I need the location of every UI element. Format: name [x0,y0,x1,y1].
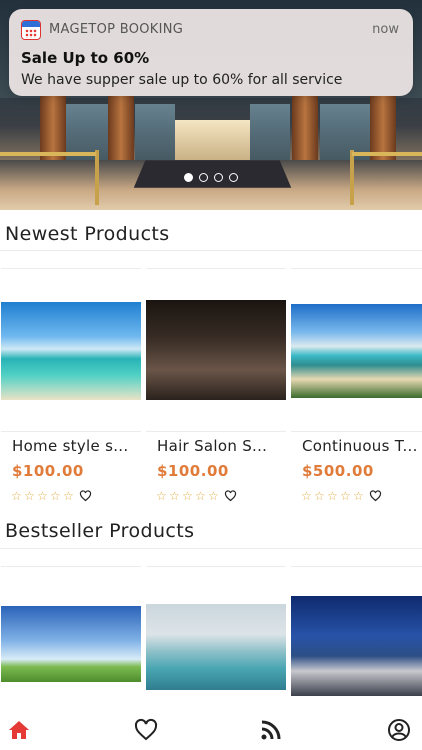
product-image[interactable] [146,300,286,400]
divider [1,431,141,432]
divider [146,566,286,567]
banner-rail [0,152,96,156]
divider [0,250,422,251]
rss-icon[interactable] [259,718,283,742]
divider [291,268,422,269]
pagination-dot[interactable] [184,173,193,182]
bottom-tab-bar [0,710,422,750]
product-rating: ☆ ☆ ☆ ☆ ☆ [156,490,237,502]
product-image[interactable] [146,604,286,690]
heart-icon[interactable] [134,718,158,742]
wishlist-heart-icon[interactable] [369,490,382,502]
star-icon: ☆ [50,489,61,503]
product-price: $500.00 [302,462,374,480]
wishlist-heart-icon[interactable] [79,490,92,502]
banner-rail [352,152,422,156]
push-notification[interactable]: MAGETOP BOOKING now Sale Up to 60% We ha… [9,9,413,96]
product-image[interactable] [1,302,141,400]
star-icon: ☆ [156,489,167,503]
star-icon: ☆ [340,489,351,503]
product-rating: ☆ ☆ ☆ ☆ ☆ [301,490,382,502]
product-image[interactable] [1,606,141,682]
product-name[interactable]: Home style s... [12,437,128,455]
star-icon: ☆ [327,489,338,503]
newest-products-title: Newest Products [5,223,170,245]
notification-time: now [372,22,399,37]
star-icon: ☆ [63,489,74,503]
pagination-dot[interactable] [214,173,223,182]
banner-door [175,120,250,160]
star-icon: ☆ [182,489,193,503]
star-icon: ☆ [37,489,48,503]
product-price: $100.00 [12,462,84,480]
notification-body: We have supper sale up to 60% for all se… [21,72,343,88]
banner-window [135,104,175,164]
divider [146,431,286,432]
divider [1,268,141,269]
pagination-dot[interactable] [229,173,238,182]
divider [146,268,286,269]
product-rating: ☆ ☆ ☆ ☆ ☆ [11,490,92,502]
pagination-dot[interactable] [199,173,208,182]
account-icon[interactable] [387,718,411,742]
notification-title: Sale Up to 60% [21,49,150,67]
divider [1,566,141,567]
banner-pagination[interactable] [0,173,422,182]
star-icon: ☆ [169,489,180,503]
product-name[interactable]: Continuous T... [302,437,418,455]
star-icon: ☆ [301,489,312,503]
star-icon: ☆ [314,489,325,503]
star-icon: ☆ [11,489,22,503]
divider [291,431,422,432]
product-image[interactable] [291,304,422,398]
product-price: $100.00 [157,462,229,480]
star-icon: ☆ [195,489,206,503]
calendar-icon [21,20,41,40]
product-image[interactable] [291,596,422,696]
divider [0,548,422,549]
home-icon[interactable] [7,718,31,742]
banner-window [250,104,290,164]
star-icon: ☆ [208,489,219,503]
notification-app-name: MAGETOP BOOKING [49,22,184,37]
product-name[interactable]: Hair Salon S... [157,437,267,455]
star-icon: ☆ [353,489,364,503]
bestseller-products-title: Bestseller Products [5,520,195,542]
wishlist-heart-icon[interactable] [224,490,237,502]
divider [291,566,422,567]
star-icon: ☆ [24,489,35,503]
